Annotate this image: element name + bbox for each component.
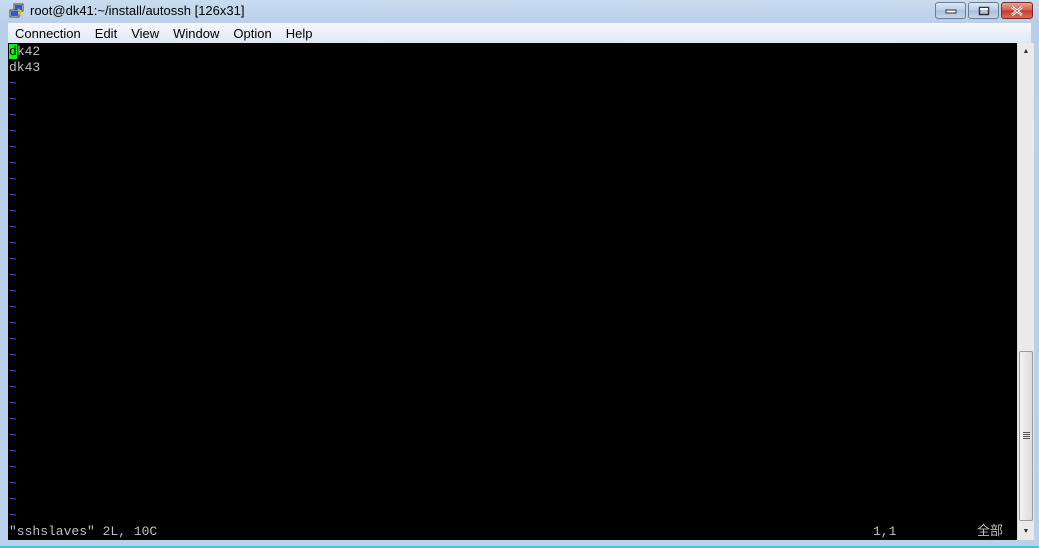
empty-line-tilde: ~ [9, 140, 17, 155]
empty-line-tilde: ~ [9, 332, 17, 347]
empty-line-tilde: ~ [9, 172, 17, 187]
line-text: dk43 [9, 60, 41, 75]
empty-line-tilde: ~ [9, 460, 17, 475]
terminal-lines: dk42 dk43 ~ ~ ~ ~ ~ ~ ~ ~ ~ ~ ~ ~ ~ ~ ~ ~ ~ ~ ~ ~ ~ ~ ~ ~ ~ ~ ~ ~ [9, 44, 40, 524]
close-icon [1011, 5, 1023, 16]
grip-icon [1022, 432, 1030, 440]
scroll-up-button[interactable]: ▲ [1018, 43, 1034, 60]
putty-window: root@dk41:~/install/autossh [126x31] Con… [0, 0, 1039, 548]
empty-line-tilde: ~ [9, 156, 17, 171]
empty-line-tilde: ~ [9, 108, 17, 123]
empty-line-tilde: ~ [9, 252, 17, 267]
empty-line-tilde: ~ [9, 124, 17, 139]
close-button[interactable] [1001, 2, 1033, 19]
arrow-up-icon: ▲ [1022, 48, 1030, 55]
empty-line-tilde: ~ [9, 236, 17, 251]
scroll-percent: 全部 [977, 524, 1004, 539]
empty-line-tilde: ~ [9, 268, 17, 283]
scroll-down-button[interactable]: ▼ [1018, 523, 1034, 540]
empty-line-tilde: ~ [9, 444, 17, 459]
terminal-line: dk43 [9, 60, 40, 76]
empty-line-tilde: ~ [9, 76, 17, 91]
putty-icon[interactable] [9, 3, 25, 19]
terminal-line: dk42 [9, 44, 40, 60]
minimize-icon [945, 9, 956, 13]
minimize-button[interactable] [935, 2, 966, 19]
menu-connection[interactable]: Connection [8, 26, 88, 41]
menu-window[interactable]: Window [166, 26, 226, 41]
empty-line-tilde: ~ [9, 476, 17, 491]
menu-edit[interactable]: Edit [88, 26, 124, 41]
empty-line-tilde: ~ [9, 364, 17, 379]
maximize-button[interactable] [968, 2, 999, 19]
file-info: "sshslaves" 2L, 10C [9, 524, 158, 539]
empty-line-tilde: ~ [9, 412, 17, 427]
empty-line-tilde: ~ [9, 316, 17, 331]
empty-line-tilde: ~ [9, 188, 17, 203]
empty-line-tilde: ~ [9, 380, 17, 395]
maximize-icon [978, 6, 989, 15]
terminal-area[interactable]: dk42 dk43 ~ ~ ~ ~ ~ ~ ~ ~ ~ ~ ~ ~ ~ ~ ~ ~ ~ ~ ~ ~ ~ ~ ~ ~ ~ ~ ~ ~ "… [8, 43, 1017, 540]
empty-line-tilde: ~ [9, 284, 17, 299]
scrollbar-thumb[interactable] [1019, 351, 1033, 521]
menu-option[interactable]: Option [226, 26, 278, 41]
empty-line-tilde: ~ [9, 300, 17, 315]
menu-help[interactable]: Help [279, 26, 320, 41]
vertical-scrollbar[interactable]: ▲ ▼ [1017, 43, 1034, 540]
empty-line-tilde: ~ [9, 396, 17, 411]
empty-line-tilde: ~ [9, 428, 17, 443]
text-cursor: d [9, 44, 17, 59]
empty-line-tilde: ~ [9, 348, 17, 363]
window-controls [935, 2, 1033, 19]
vim-status-line: "sshslaves" 2L, 10C 1,1 全部 [9, 524, 1015, 540]
window-title: root@dk41:~/install/autossh [126x31] [30, 3, 245, 18]
line-text: k42 [16, 44, 41, 59]
menu-view[interactable]: View [124, 26, 166, 41]
menu-bar: Connection Edit View Window Option Help [8, 23, 1031, 43]
cursor-position: 1,1 [873, 524, 897, 539]
empty-line-tilde: ~ [9, 92, 17, 107]
empty-line-tilde: ~ [9, 204, 17, 219]
title-bar[interactable]: root@dk41:~/install/autossh [126x31] [0, 0, 1039, 22]
empty-line-tilde: ~ [9, 492, 17, 507]
empty-line-tilde: ~ [9, 220, 17, 235]
arrow-down-icon: ▼ [1022, 528, 1030, 535]
empty-line-tilde: ~ [9, 508, 17, 523]
